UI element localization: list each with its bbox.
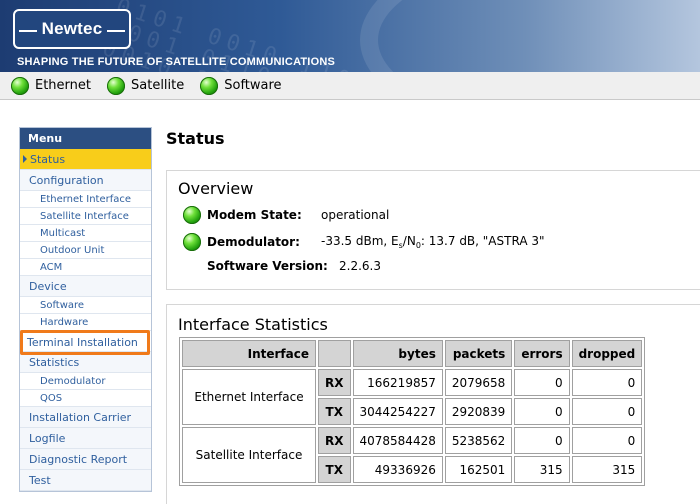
page-title: Status xyxy=(166,129,225,148)
nav-satellite[interactable]: Satellite xyxy=(107,76,185,95)
bytes-cell: 49336926 xyxy=(352,456,443,483)
sidebar-item-device[interactable]: Device xyxy=(20,276,151,297)
demodulator-led-icon xyxy=(183,233,201,251)
col-header-interface: Interface xyxy=(182,340,316,367)
sidebar-item-outdoor-unit[interactable]: Outdoor Unit xyxy=(20,242,151,259)
demodulator-label: Demodulator: xyxy=(207,235,300,249)
bytes-cell: 3044254227 xyxy=(352,398,443,425)
dropped-cell: 0 xyxy=(571,369,643,396)
menu-title: Menu xyxy=(20,128,151,149)
header-banner: 0101 0010 1101 1001 0110 0111 0010 1110 … xyxy=(0,0,700,72)
ethernet-status-led-icon xyxy=(11,76,29,95)
dropped-cell: 315 xyxy=(571,456,643,483)
software-version-label: Software Version: xyxy=(207,259,328,273)
software-version-row: Software Version: 2.2.6.3 xyxy=(207,259,381,273)
overview-panel: Overview Modem State: operational Demodu… xyxy=(166,170,700,290)
bytes-cell: 4078584428 xyxy=(352,427,443,454)
sidebar-item-statistics[interactable]: Statistics xyxy=(20,352,151,373)
errors-cell: 0 xyxy=(514,369,570,396)
terminal-installation-label[interactable]: Terminal Installation xyxy=(27,336,138,349)
sidebar-item-logfile[interactable]: Logfile xyxy=(20,428,151,449)
errors-cell: 0 xyxy=(514,427,570,454)
ethernet-interface-cell: Ethernet Interface xyxy=(182,369,316,425)
nav-ethernet[interactable]: Ethernet xyxy=(11,76,91,95)
sidebar-item-ethernet-interface[interactable]: Ethernet Interface xyxy=(20,191,151,208)
sidebar-item-configuration[interactable]: Configuration xyxy=(20,170,151,191)
sidebar-item-status[interactable]: Status xyxy=(20,149,151,170)
satellite-interface-cell: Satellite Interface xyxy=(182,427,316,483)
demodulator-row: Demodulator: -33.5 dBm, Es/N0: 13.7 dB, … xyxy=(183,233,545,251)
software-status-led-icon xyxy=(200,76,219,95)
sidebar-menu: Menu Status Configuration Ethernet Inter… xyxy=(19,127,152,492)
nav-software[interactable]: Software xyxy=(200,76,282,95)
errors-cell: 0 xyxy=(514,398,570,425)
errors-cell: 315 xyxy=(514,456,570,483)
demodulator-value-suffix: : 13.7 dB, "ASTRA 3" xyxy=(420,234,545,248)
sidebar-item-diagnostic-report[interactable]: Diagnostic Report xyxy=(20,449,151,470)
col-header-direction xyxy=(318,340,351,367)
table-row: Satellite Interface RX 4078584428 523856… xyxy=(182,427,643,483)
sidebar-item-qos[interactable]: QOS xyxy=(20,390,151,407)
modem-state-label: Modem State: xyxy=(207,208,302,222)
bytes-cell: 166219857 xyxy=(352,369,443,396)
nav-software-label: Software xyxy=(224,78,282,93)
packets-cell: 162501 xyxy=(444,456,513,483)
col-header-dropped: dropped xyxy=(571,340,643,367)
tagline: SHAPING THE FUTURE OF SATELLITE COMMUNIC… xyxy=(17,56,336,68)
sidebar-item-test[interactable]: Test xyxy=(20,470,151,491)
sidebar-item-satellite-interface[interactable]: Satellite Interface xyxy=(20,208,151,225)
interface-stats-table: Interface bytes packets errors dropped E… xyxy=(179,337,646,486)
sidebar-item-software[interactable]: Software xyxy=(20,297,151,314)
overview-title: Overview xyxy=(178,179,254,198)
direction-cell: RX xyxy=(318,427,351,454)
interface-stats-panel: Interface Statistics Interface bytes pac… xyxy=(166,304,700,504)
nav-ethernet-label: Ethernet xyxy=(35,78,91,93)
direction-cell: TX xyxy=(318,456,351,483)
sidebar-item-acm[interactable]: ACM xyxy=(20,259,151,276)
direction-cell: RX xyxy=(318,369,351,396)
packets-cell: 2079658 xyxy=(444,369,513,396)
logo-text: Newtec xyxy=(41,19,103,38)
active-arrow-icon xyxy=(23,155,27,163)
satellite-status-led-icon xyxy=(107,76,125,95)
sidebar-item-installation-carrier[interactable]: Installation Carrier xyxy=(20,407,151,428)
newtec-logo[interactable]: Newtec xyxy=(13,9,131,49)
table-header-row: Interface bytes packets errors dropped xyxy=(182,340,643,367)
col-header-errors: errors xyxy=(514,340,570,367)
demodulator-value-mid: /N xyxy=(402,234,416,248)
interface-stats-title: Interface Statistics xyxy=(178,315,328,334)
nav-satellite-label: Satellite xyxy=(131,78,185,93)
sidebar-item-multicast[interactable]: Multicast xyxy=(20,225,151,242)
demodulator-value: -33.5 dBm, Es/N0: 13.7 dB, "ASTRA 3" xyxy=(321,234,545,250)
table-row: Ethernet Interface RX 166219857 2079658 … xyxy=(182,369,643,425)
modem-state-led-icon xyxy=(183,206,201,224)
dropped-cell: 0 xyxy=(571,398,643,425)
sidebar-item-demodulator[interactable]: Demodulator xyxy=(20,373,151,390)
col-header-bytes: bytes xyxy=(352,340,443,367)
sidebar-item-label: Status xyxy=(30,153,66,166)
direction-cell: TX xyxy=(318,398,351,425)
modem-state-row: Modem State: operational xyxy=(183,206,389,224)
col-header-packets: packets xyxy=(444,340,513,367)
software-version-value: 2.2.6.3 xyxy=(339,259,381,273)
dropped-cell: 0 xyxy=(571,427,643,454)
top-status-nav: Ethernet Satellite Software xyxy=(0,72,700,100)
sidebar-item-hardware[interactable]: Hardware xyxy=(20,314,151,331)
demodulator-value-prefix: -33.5 dBm, E xyxy=(321,234,399,248)
modem-state-value: operational xyxy=(321,208,390,222)
swoosh-decoration xyxy=(360,0,700,72)
packets-cell: 2920839 xyxy=(444,398,513,425)
packets-cell: 5238562 xyxy=(444,427,513,454)
